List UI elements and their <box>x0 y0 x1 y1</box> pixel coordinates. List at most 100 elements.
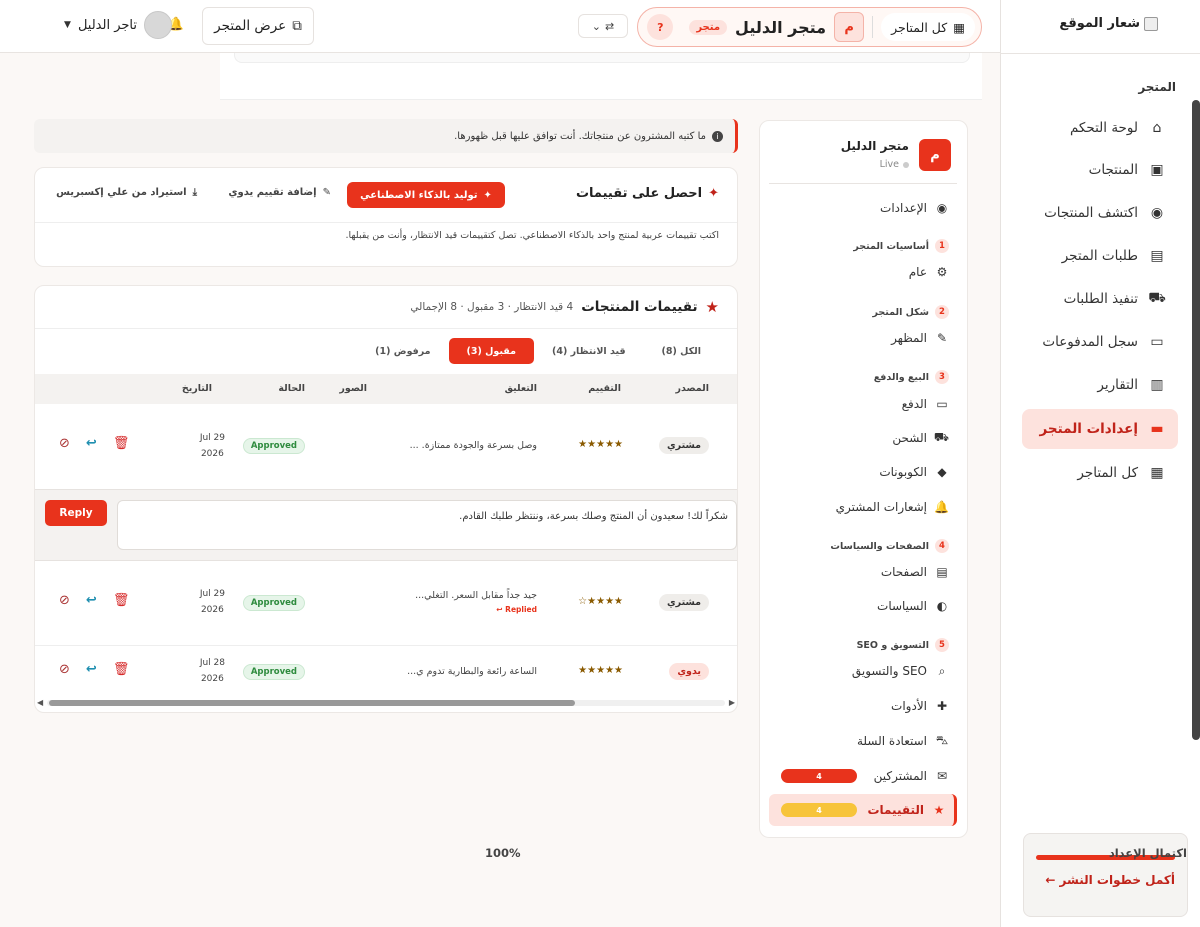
switch-store-dropdown[interactable]: ⇄ ⌄ <box>578 14 628 38</box>
settings-item-appearance[interactable]: ✎ المظهر <box>769 323 957 353</box>
reply-submit-button[interactable]: Reply <box>45 500 107 526</box>
delete-icon[interactable]: 🗑 <box>113 662 130 677</box>
get-reviews-title: ✦ احصل على تقييمات <box>576 186 719 201</box>
review-date-day: 28 Jul <box>199 658 225 668</box>
content-header-band <box>220 53 982 100</box>
settings-group-marketing: 5 التسويق و SEO <box>857 638 949 652</box>
info-icon: i <box>712 130 723 142</box>
reply-icon[interactable]: ↩ <box>86 662 97 677</box>
sidebar-item-store-settings[interactable]: ▬ إعدادات المتجر <box>1022 409 1178 449</box>
sidebar-item-fulfillment[interactable]: ⛟ تنفيذ الطلبات <box>1022 279 1178 319</box>
table-horizontal-scrollbar[interactable]: ▶ ◀ <box>35 698 737 708</box>
completion-title: اكتمال الإعداد <box>1108 846 1187 860</box>
product-reviews-title: تقييمات المنتجات <box>581 299 698 315</box>
content-header-inner <box>234 53 970 63</box>
sidebar-item-discover-products[interactable]: ◉ اكتشف المنتجات <box>1022 193 1178 233</box>
get-reviews-description: اكتب تقييمات عربية لمنتج واحد بالذكاء ال… <box>345 230 719 241</box>
sidebar-item-reports[interactable]: ▥ التقارير <box>1022 365 1178 405</box>
credit-card-icon: ▭ <box>936 397 948 411</box>
settings-item-label: SEO والتسويق <box>851 664 927 678</box>
settings-item-policies[interactable]: ◐ السياسات <box>769 591 957 621</box>
settings-item-buyer-notifications[interactable]: 🔔 إشعارات المشتري <box>769 492 957 522</box>
settings-item-reviews[interactable]: ★ التقييمات 4 <box>769 794 957 826</box>
group-title: البيع والدفع <box>873 371 929 383</box>
review-filter-tabs: الكل (8) قيد الانتظار (4) مقبول (3) مرفو… <box>357 338 719 364</box>
sidebar-item-label: لوحة التحكم <box>1069 120 1138 136</box>
settings-item-settings[interactable]: ◉ الإعدادات <box>769 193 957 223</box>
home-icon: ⌂ <box>1152 120 1162 136</box>
tab-rejected[interactable]: مرفوض (1) <box>357 338 448 364</box>
sidebar-item-all-stores[interactable]: ▦ كل المتاجر <box>1022 453 1178 493</box>
reply-icon[interactable]: ↩ <box>86 593 97 608</box>
all-stores-button[interactable]: ▦ كل المتاجر <box>881 13 975 41</box>
delete-icon[interactable]: 🗑 <box>113 593 130 608</box>
settings-item-coupons[interactable]: ◆ الكوبونات <box>769 457 957 487</box>
store-switcher[interactable]: ▦ كل المتاجر م متجر الدليل متجر ? <box>637 7 982 47</box>
user-menu[interactable]: تاجر الدليل ▼ <box>64 11 172 39</box>
download-icon: ⤓ <box>192 187 197 198</box>
add-manual-review-button[interactable]: ✎ إضافة تقييم يدوي <box>228 187 331 198</box>
reject-icon[interactable]: ⊘ <box>59 436 70 451</box>
rating-stars: ★★★★★ <box>578 665 623 676</box>
help-button[interactable]: ? <box>647 14 674 40</box>
complete-publish-steps-link[interactable]: أكمل خطوات النشر ← <box>1036 873 1175 887</box>
view-store-label: عرض المتجر <box>214 18 287 34</box>
logo-text: شعار الموقع <box>1059 16 1140 31</box>
settings-item-subscribers[interactable]: ✉ المشتركين 4 <box>769 761 957 791</box>
star-icon: ★ <box>933 803 945 817</box>
reject-icon[interactable]: ⊘ <box>59 662 70 677</box>
view-store-button[interactable]: ⧉ عرض المتجر <box>202 7 314 45</box>
chart-icon: ▥ <box>1150 377 1164 393</box>
magic-wand-icon: ✦ <box>708 186 719 201</box>
sidebar-item-payments-log[interactable]: ▭ سجل المدفوعات <box>1022 322 1178 362</box>
reply-icon[interactable]: ↩ <box>86 436 97 451</box>
settings-item-label: الشحن <box>892 431 927 445</box>
completion-percent: 100% <box>485 846 521 860</box>
generate-ai-button[interactable]: ✦ توليد بالذكاء الاصطناعي <box>347 182 505 208</box>
review-date-year: 2026 <box>200 449 224 459</box>
sidebar-item-store-orders[interactable]: ▤ طلبات المتجر <box>1022 236 1178 276</box>
scrollbar-thumb[interactable] <box>49 700 575 706</box>
settings-item-seo[interactable]: ⌕ SEO والتسويق <box>769 656 957 686</box>
settings-item-general[interactable]: ⚙ عام <box>769 257 957 287</box>
reject-icon[interactable]: ⊘ <box>59 593 70 608</box>
settings-item-tools[interactable]: ✚ الأدوات <box>769 691 957 721</box>
review-comment: الساعة رائعة والبطارية تدوم ي... <box>407 666 537 677</box>
delete-icon[interactable]: 🗑 <box>113 436 130 451</box>
sidebar-item-label: التقارير <box>1097 377 1138 393</box>
file-icon: ▤ <box>936 565 948 579</box>
tab-pending[interactable]: قيد الانتظار (4) <box>534 338 644 364</box>
caret-down-icon: ▼ <box>64 20 71 30</box>
settings-item-payment[interactable]: ▭ الدفع <box>769 389 957 419</box>
grid-icon: ▦ <box>1150 465 1164 481</box>
tag-icon: ◆ <box>937 465 947 479</box>
scroll-right-arrow-icon[interactable]: ▶ <box>729 698 735 707</box>
table-row: يدوي ★★★★★ الساعة رائعة والبطارية تدوم ي… <box>35 646 737 698</box>
settings-item-shipping[interactable]: ⛟ الشحن <box>769 423 957 453</box>
site-logo[interactable]: شعار الموقع <box>1059 16 1158 31</box>
tab-all[interactable]: الكل (8) <box>644 338 719 364</box>
sidebar-item-dashboard[interactable]: ⌂ لوحة التحكم <box>1022 108 1178 148</box>
store-avatar: م <box>919 139 951 171</box>
scroll-left-arrow-icon[interactable]: ◀ <box>37 698 43 707</box>
all-stores-label: كل المتاجر <box>891 19 948 35</box>
review-comment-cell: جيد جداً مقابل السعر. التغلي... Replied … <box>415 590 537 614</box>
paintbrush-icon: ✎ <box>936 331 948 345</box>
store-avatar: م <box>834 12 865 42</box>
magic-wand-icon: ✦ <box>483 189 492 201</box>
column-header-comment: التعليق <box>504 383 537 394</box>
import-aliexpress-button[interactable]: ⤓ استيراد من علي إكسبريس <box>56 187 197 198</box>
sidebar-item-products[interactable]: ▣ المنتجات <box>1022 150 1178 190</box>
settings-item-cart-recovery[interactable]: ⛍ استعادة السلة <box>769 726 957 756</box>
reply-textarea[interactable]: شكراً لك! سعيدون أن المنتج وصلك بسرعة، و… <box>117 500 737 550</box>
column-header-source: المصدر <box>675 383 709 394</box>
status-badge: Approved <box>242 438 305 454</box>
rating-stars: ★★★★★ <box>578 439 623 450</box>
broken-image-icon <box>1144 16 1158 31</box>
table-row: مشتري ★★★★★ وصل بسرعة والجودة ممتازة. ..… <box>35 404 737 489</box>
settings-item-label: التقييمات <box>867 803 924 817</box>
tab-approved[interactable]: مقبول (3) <box>448 338 534 364</box>
shield-icon: ◐ <box>936 599 948 613</box>
sidebar-scrollbar[interactable] <box>1192 100 1200 740</box>
settings-item-pages[interactable]: ▤ الصفحات <box>769 557 957 587</box>
